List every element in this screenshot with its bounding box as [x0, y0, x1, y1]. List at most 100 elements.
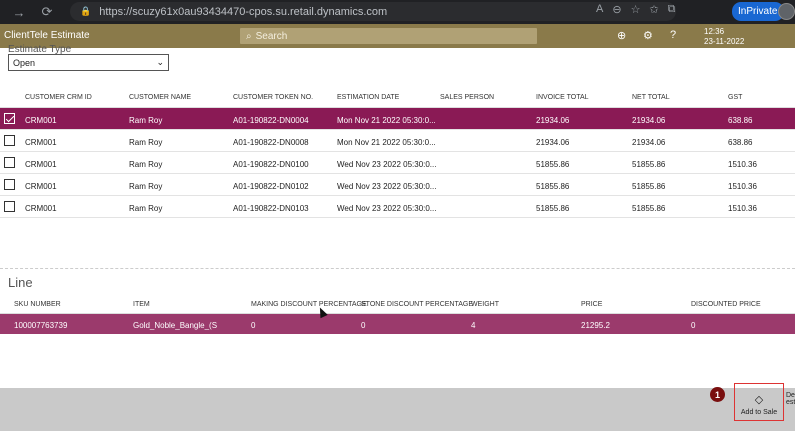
- tag-icon: ◇: [754, 394, 764, 406]
- cell-gst: 638.86: [728, 116, 753, 125]
- cell-date: Mon Nov 21 2022 05:30:0...: [337, 116, 436, 125]
- add-to-sale-label: Add to Sale: [740, 409, 778, 416]
- estimate-type-select[interactable]: Open ⌄: [8, 54, 169, 71]
- cell-making: 0: [251, 321, 256, 330]
- table-row[interactable]: CRM001 Ram Roy A01-190822-DN0100 Wed Nov…: [0, 152, 795, 174]
- read-aloud-icon[interactable]: A: [596, 3, 603, 16]
- column-header[interactable]: INVOICE TOTAL: [536, 94, 589, 101]
- column-header[interactable]: CUSTOMER TOKEN NO.: [233, 94, 313, 101]
- cell-invoice: 21934.06: [536, 116, 570, 125]
- search-placeholder: Search: [255, 30, 288, 42]
- cell-date: Wed Nov 23 2022 05:30:0...: [337, 182, 437, 191]
- globe-icon[interactable]: ⊕: [617, 29, 626, 42]
- row-checkbox[interactable]: [4, 157, 15, 168]
- favorite-icon[interactable]: ☆: [631, 3, 641, 16]
- inprivate-badge[interactable]: InPrivate: [732, 2, 784, 21]
- table-row[interactable]: CRM001 Ram Roy A01-190822-DN0103 Wed Nov…: [0, 196, 795, 218]
- main-content: Estimate Type Open ⌄ CUSTOMER CRM ID CUS…: [0, 44, 795, 388]
- clock: 12:36 23-11-2022: [704, 27, 744, 47]
- row-checkbox[interactable]: [4, 113, 15, 124]
- browser-toolbar: → ⟳ 🔒 https://scuzy61x0au93434470-cpos.s…: [0, 0, 795, 24]
- estimate-type-value: Open: [13, 57, 36, 68]
- cell-gst: 1510.36: [728, 182, 757, 191]
- cell-name: Ram Roy: [129, 182, 163, 191]
- cell-token: A01-190822-DN0008: [233, 138, 309, 147]
- cell-name: Ram Roy: [129, 160, 163, 169]
- app-title: ClientTele Estimate: [4, 30, 90, 41]
- column-header[interactable]: DISCOUNTED PRICE: [691, 301, 761, 308]
- column-header[interactable]: NET TOTAL: [632, 94, 670, 101]
- table-row[interactable]: CRM001 Ram Roy A01-190822-DN0004 Mon Nov…: [0, 108, 795, 130]
- browser-icons: A ⊖ ☆ ✩ ⧉: [596, 3, 676, 16]
- cell-net: 21934.06: [632, 116, 666, 125]
- section-divider: [0, 268, 795, 269]
- collections-icon[interactable]: ⧉: [668, 3, 676, 16]
- cell-gst: 638.86: [728, 138, 753, 147]
- column-header[interactable]: MAKING DISCOUNT PERCENTAGE: [251, 301, 367, 308]
- chevron-down-icon: ⌄: [156, 57, 164, 67]
- table-row[interactable]: CRM001 Ram Roy A01-190822-DN0008 Mon Nov…: [0, 130, 795, 152]
- column-header[interactable]: SALES PERSON: [440, 94, 494, 101]
- estimates-grid: CUSTOMER CRM ID CUSTOMER NAME CUSTOMER T…: [0, 86, 795, 218]
- column-header[interactable]: GST: [728, 94, 742, 101]
- cell-invoice: 51855.86: [536, 204, 570, 213]
- row-checkbox[interactable]: [4, 179, 15, 190]
- clock-date: 23-11-2022: [704, 37, 745, 46]
- column-header[interactable]: CUSTOMER CRM ID: [25, 94, 92, 101]
- app-header: ClientTele Estimate ⌕ Search ⊕ ⚙ ? 12:36…: [0, 24, 795, 48]
- address-bar[interactable]: 🔒 https://scuzy61x0au93434470-cpos.su.re…: [70, 2, 676, 21]
- line-grid-header: SKU NUMBER ITEM MAKING DISCOUNT PERCENTA…: [0, 294, 795, 314]
- refresh-icon[interactable]: ⟳: [36, 1, 58, 23]
- cell-net: 21934.06: [632, 138, 666, 147]
- column-header[interactable]: CUSTOMER NAME: [129, 94, 191, 101]
- url-text: https://scuzy61x0au93434470-cpos.su.reta…: [99, 5, 388, 18]
- cell-date: Wed Nov 23 2022 05:30:0...: [337, 160, 437, 169]
- column-header[interactable]: PRICE: [581, 301, 602, 308]
- row-checkbox[interactable]: [4, 135, 15, 146]
- column-header[interactable]: STONE DISCOUNT PERCENTAGE: [361, 301, 473, 308]
- column-header[interactable]: SKU NUMBER: [14, 301, 61, 308]
- table-row[interactable]: CRM001 Ram Roy A01-190822-DN0102 Wed Nov…: [0, 174, 795, 196]
- row-checkbox[interactable]: [4, 201, 15, 212]
- add-to-sale-button[interactable]: ◇ Add to Sale: [734, 383, 784, 421]
- cell-net: 51855.86: [632, 182, 666, 191]
- clock-time: 12:36: [704, 27, 725, 36]
- help-icon[interactable]: ?: [670, 29, 676, 41]
- cell-gst: 1510.36: [728, 160, 757, 169]
- line-grid: SKU NUMBER ITEM MAKING DISCOUNT PERCENTA…: [0, 294, 795, 334]
- cell-crm: CRM001: [25, 138, 57, 147]
- favorites-icon[interactable]: ✩: [649, 3, 658, 16]
- cell-invoice: 51855.86: [536, 160, 570, 169]
- back-arrow-icon[interactable]: →: [8, 1, 30, 23]
- column-header[interactable]: ITEM: [133, 301, 150, 308]
- lock-icon: 🔒: [80, 6, 92, 16]
- next-command-button[interactable]: De esti: [786, 392, 795, 406]
- cell-crm: CRM001: [25, 204, 57, 213]
- next-command-label: De esti: [786, 392, 795, 406]
- cell-date: Wed Nov 23 2022 05:30:0...: [337, 204, 437, 213]
- gear-icon[interactable]: ⚙: [643, 29, 653, 42]
- cell-token: A01-190822-DN0102: [233, 182, 309, 191]
- cell-date: Mon Nov 21 2022 05:30:0...: [337, 138, 436, 147]
- column-header[interactable]: ESTIMATION DATE: [337, 94, 399, 101]
- cell-discounted: 0: [691, 321, 696, 330]
- table-row[interactable]: 100007763739 Gold_Noble_Bangle_(S 0 0 4 …: [0, 314, 795, 334]
- estimates-grid-header: CUSTOMER CRM ID CUSTOMER NAME CUSTOMER T…: [0, 86, 795, 108]
- step-badge: 1: [710, 387, 725, 402]
- cell-token: A01-190822-DN0100: [233, 160, 309, 169]
- search-input[interactable]: ⌕ Search: [240, 28, 537, 44]
- zoom-icon[interactable]: ⊖: [612, 3, 621, 16]
- profile-avatar[interactable]: [778, 3, 795, 20]
- cell-name: Ram Roy: [129, 116, 163, 125]
- cell-sku: 100007763739: [14, 321, 68, 330]
- cell-stone: 0: [361, 321, 366, 330]
- cell-item: Gold_Noble_Bangle_(S: [133, 321, 218, 330]
- cell-crm: CRM001: [25, 160, 57, 169]
- column-header[interactable]: WEIGHT: [471, 301, 499, 308]
- cell-gst: 1510.36: [728, 204, 757, 213]
- app-bar: [0, 388, 795, 431]
- search-icon: ⌕: [246, 30, 252, 42]
- cell-crm: CRM001: [25, 182, 57, 191]
- cell-token: A01-190822-DN0103: [233, 204, 309, 213]
- cell-weight: 4: [471, 321, 476, 330]
